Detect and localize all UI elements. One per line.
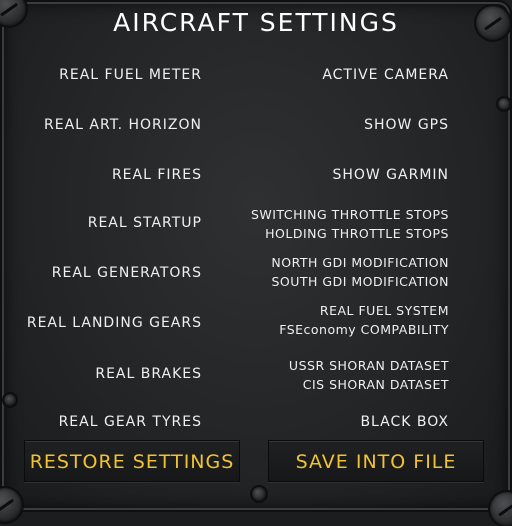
aircraft-settings-panel: AIRCRAFT SETTINGS REAL FUEL METER REAL A… bbox=[0, 0, 512, 526]
toggle-fuel-system[interactable]: REAL FUEL SYSTEM FSEconomy COMPABILITY bbox=[279, 301, 449, 339]
option-line: HOLDING THROTTLE STOPS bbox=[265, 226, 449, 241]
screw-icon bbox=[4, 394, 16, 406]
screw-icon bbox=[0, 488, 22, 522]
toggle-real-art-horizon[interactable]: REAL ART. HORIZON bbox=[44, 117, 202, 133]
option-line: NORTH GDI MODIFICATION bbox=[271, 255, 449, 270]
toggle-real-startup[interactable]: REAL STARTUP bbox=[88, 215, 202, 231]
screw-icon bbox=[252, 487, 266, 501]
screw-icon bbox=[498, 98, 510, 110]
option-line: SOUTH GDI MODIFICATION bbox=[271, 274, 449, 289]
option-line: REAL FUEL SYSTEM bbox=[319, 303, 449, 318]
toggle-real-fires[interactable]: REAL FIRES bbox=[112, 167, 202, 183]
toggle-black-box[interactable]: BLACK BOX bbox=[360, 414, 449, 430]
toggle-shoran-dataset[interactable]: USSR SHORAN DATASET CIS SHORAN DATASET bbox=[289, 356, 449, 394]
screw-icon bbox=[490, 492, 512, 526]
page-title: AIRCRAFT SETTINGS bbox=[113, 8, 399, 37]
option-line: FSEconomy COMPABILITY bbox=[279, 322, 449, 337]
toggle-show-garmin[interactable]: SHOW GARMIN bbox=[332, 167, 449, 183]
option-line: SWITCHING THROTTLE STOPS bbox=[250, 207, 449, 222]
option-line: USSR SHORAN DATASET bbox=[288, 358, 449, 373]
toggle-show-gps[interactable]: SHOW GPS bbox=[364, 117, 449, 133]
toggle-throttle-stops[interactable]: SWITCHING THROTTLE STOPS HOLDING THROTTL… bbox=[251, 205, 449, 243]
toggle-gdi-modification[interactable]: NORTH GDI MODIFICATION SOUTH GDI MODIFIC… bbox=[271, 253, 449, 291]
toggle-active-camera[interactable]: ACTIVE CAMERA bbox=[322, 67, 449, 83]
toggle-real-fuel-meter[interactable]: REAL FUEL METER bbox=[59, 67, 202, 83]
toggle-real-brakes[interactable]: REAL BRAKES bbox=[95, 366, 202, 382]
restore-settings-button[interactable]: RESTORE SETTINGS bbox=[24, 440, 240, 482]
toggle-real-gear-tyres[interactable]: REAL GEAR TYRES bbox=[59, 414, 202, 430]
save-into-file-button[interactable]: SAVE INTO FILE bbox=[268, 440, 484, 482]
toggle-real-landing-gears[interactable]: REAL LANDING GEARS bbox=[27, 315, 202, 331]
option-line: CIS SHORAN DATASET bbox=[302, 377, 449, 392]
toggle-real-generators[interactable]: REAL GENERATORS bbox=[52, 265, 202, 281]
